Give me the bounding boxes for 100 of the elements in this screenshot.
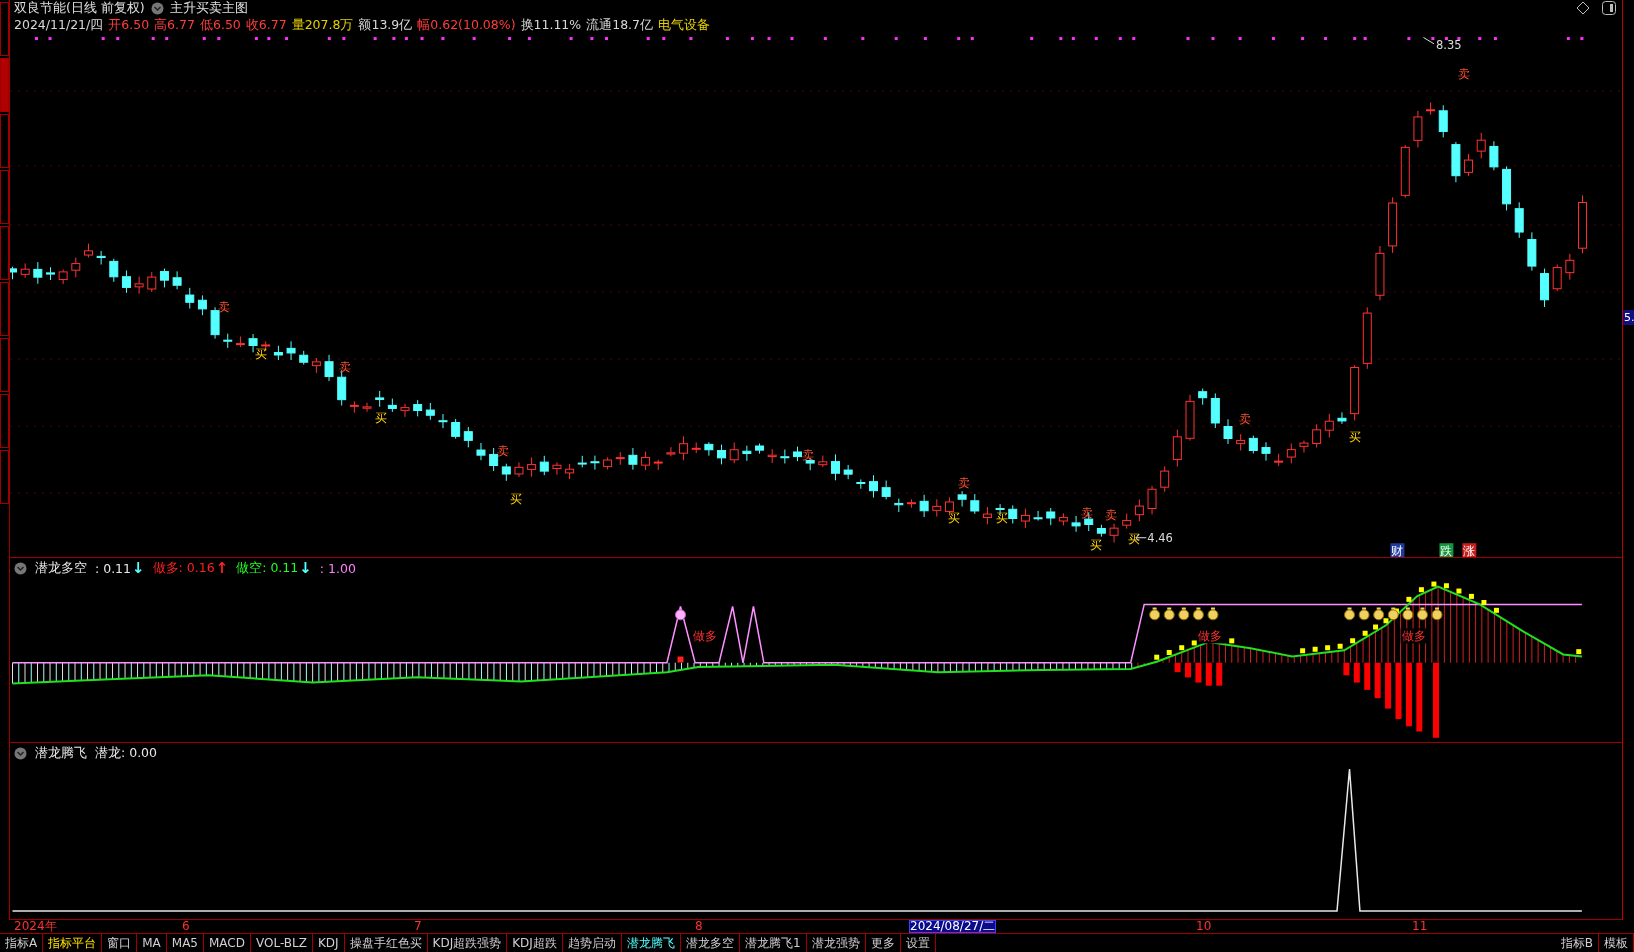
panel-toggle-icon[interactable] [1602, 0, 1616, 15]
candle [793, 446, 802, 462]
candle [476, 442, 486, 461]
money-bag-icon [1178, 607, 1190, 621]
candle [400, 403, 410, 418]
money-bag-icon [1344, 607, 1355, 621]
side-tab[interactable] [0, 394, 9, 448]
axis-label: 2024年 [14, 920, 57, 933]
candle [1020, 508, 1030, 529]
money-bag-icon [1416, 607, 1428, 621]
side-tab[interactable] [0, 450, 9, 504]
candle [1337, 411, 1347, 425]
candle [1565, 253, 1575, 281]
candle [1426, 101, 1436, 116]
candle [83, 243, 93, 258]
candle [210, 306, 220, 340]
candle [691, 442, 701, 454]
long-signal-label: 做多 [1400, 628, 1428, 644]
collapse-icon[interactable] [14, 746, 27, 760]
quote-field: 换11.11% [520, 17, 582, 34]
candle [58, 269, 68, 285]
candle [982, 506, 992, 525]
candle [666, 446, 676, 457]
quote-field: 电气设备 [658, 17, 711, 34]
side-tab[interactable] [0, 226, 9, 280]
dropdown-icon[interactable] [150, 2, 164, 15]
buy-signal: 买 [1348, 429, 1361, 444]
side-tab[interactable] [0, 114, 9, 168]
candle [1109, 523, 1119, 544]
side-tab[interactable] [0, 338, 9, 392]
marker-icon [677, 656, 684, 663]
trend-arrow: ↑ [215, 559, 229, 577]
candle [362, 402, 372, 413]
candle [387, 398, 397, 413]
trend-arrow: ↓ [132, 559, 145, 577]
money-bag-icon [675, 609, 686, 621]
candle [1527, 231, 1537, 272]
candle [552, 461, 562, 476]
candle [172, 270, 182, 290]
candle [767, 448, 777, 464]
buy-signal: 买 [1127, 531, 1140, 546]
candle [970, 493, 980, 515]
candle [147, 271, 157, 293]
candle [894, 498, 904, 513]
axis-label: 6 [182, 920, 190, 933]
candle [1312, 423, 1322, 448]
candle [71, 257, 81, 278]
buy-signal: 买 [509, 492, 522, 507]
candle [109, 258, 119, 283]
sell-signal: 卖 [497, 444, 510, 459]
candle [628, 447, 638, 471]
candle [679, 435, 689, 461]
candle [1489, 140, 1499, 171]
axis-label: 11 [1412, 920, 1428, 933]
buy-signal: 买 [996, 510, 1009, 525]
money-bag-icon [1149, 607, 1161, 621]
candle [223, 333, 233, 349]
quote-field: 高6.77 [154, 17, 195, 34]
sell-signal: 卖 [957, 476, 970, 491]
sell-signal: 卖 [1080, 505, 1093, 520]
side-tab[interactable] [0, 2, 9, 56]
sell-signal: 卖 [801, 448, 814, 463]
buy-signal: 买 [375, 410, 388, 425]
cursor-date: 2024/08/27/二 [909, 920, 997, 933]
quote-field: 幅0.62(10.08%) [417, 17, 516, 34]
candle [856, 478, 866, 490]
candle [197, 294, 207, 316]
candle [843, 464, 853, 480]
candle [957, 490, 967, 507]
candle [425, 402, 435, 421]
money-bag-icon [1402, 607, 1414, 621]
long-signal-label: 做多 [1197, 628, 1225, 644]
indicator-value: 潜龙: 0.00 [95, 744, 158, 762]
candle [185, 287, 195, 310]
candle [818, 455, 828, 468]
quote-field: 流通18.7亿 [586, 17, 654, 34]
candle [1172, 429, 1182, 468]
candle [1464, 153, 1474, 177]
collapse-icon[interactable] [14, 561, 27, 575]
indicator-value: 做多: 0.16 [152, 559, 215, 577]
low-price-label: 4.46 [1147, 530, 1173, 545]
candle [1046, 507, 1056, 526]
side-tab[interactable] [0, 282, 9, 336]
sell-signal: 卖 [1104, 507, 1117, 522]
candle [1248, 435, 1258, 454]
candle [869, 474, 878, 498]
candle [704, 441, 714, 457]
candle [413, 399, 423, 417]
candle [1134, 498, 1144, 522]
candle [565, 463, 575, 480]
candle [1286, 443, 1296, 464]
candle [349, 400, 359, 414]
quote-field: 开6.50 [108, 17, 150, 34]
money-bag-icon [1163, 607, 1175, 621]
side-tab[interactable] [0, 170, 9, 224]
diamond-icon[interactable] [1576, 0, 1590, 15]
candle [641, 451, 651, 471]
quote-field: 额13.9亿 [358, 17, 413, 34]
candle [489, 447, 499, 472]
quote-field: 2024/11/21/四 [14, 17, 104, 34]
